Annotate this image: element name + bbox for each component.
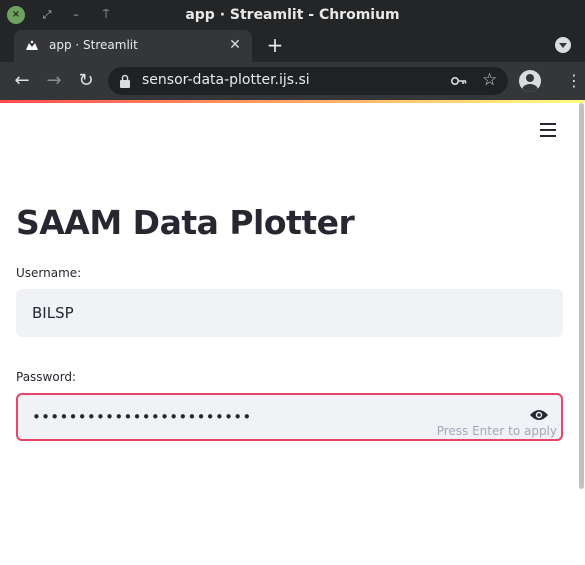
username-label: Username: [16, 266, 82, 280]
password-masked-value: •••••••••••••••••••••••• [32, 408, 252, 426]
new-tab-icon[interactable]: + [264, 34, 286, 56]
address-bar[interactable]: sensor-data-plotter.ijs.si ☆ [108, 67, 508, 95]
tab-strip: app · Streamlit ✕ [0, 30, 585, 62]
key-icon[interactable] [450, 72, 468, 90]
profile-icon[interactable] [519, 70, 541, 92]
star-icon[interactable]: ☆ [482, 70, 497, 90]
url-text: sensor-data-plotter.ijs.si [142, 72, 310, 88]
reload-icon[interactable]: ↻ [75, 70, 97, 92]
forward-arrow-icon[interactable]: → [43, 70, 65, 92]
menu-kebab-icon[interactable]: ⋮ [566, 70, 582, 92]
username-input[interactable]: BILSP [16, 289, 563, 337]
password-input[interactable]: •••••••••••••••••••••••• Press Enter to … [16, 393, 563, 441]
tab-search-icon[interactable] [555, 37, 571, 53]
page-title: SAAM Data Plotter [16, 203, 355, 242]
browser-toolbar: ← → ↻ sensor-data-plotter.ijs.si ☆ ⋮ [0, 62, 585, 100]
input-hint: Press Enter to apply [436, 424, 557, 438]
eye-icon[interactable] [529, 408, 549, 422]
back-arrow-icon[interactable]: ← [11, 70, 33, 92]
app-content: SAAM Data Plotter Username: BILSP Passwo… [0, 103, 585, 565]
lock-icon [120, 74, 130, 88]
page-scrollbar[interactable] [579, 103, 584, 489]
window-titlebar: × ⤢ – ⍑ app · Streamlit - Chromium [0, 0, 585, 30]
browser-tab[interactable]: app · Streamlit ✕ [14, 30, 252, 62]
tab-title: app · Streamlit [49, 38, 138, 52]
streamlit-favicon-icon [26, 40, 38, 50]
window-title: app · Streamlit - Chromium [185, 7, 400, 23]
tab-close-icon[interactable]: ✕ [226, 36, 244, 54]
hamburger-menu-icon[interactable] [540, 123, 556, 137]
username-value: BILSP [32, 304, 74, 322]
password-label: Password: [16, 370, 77, 384]
